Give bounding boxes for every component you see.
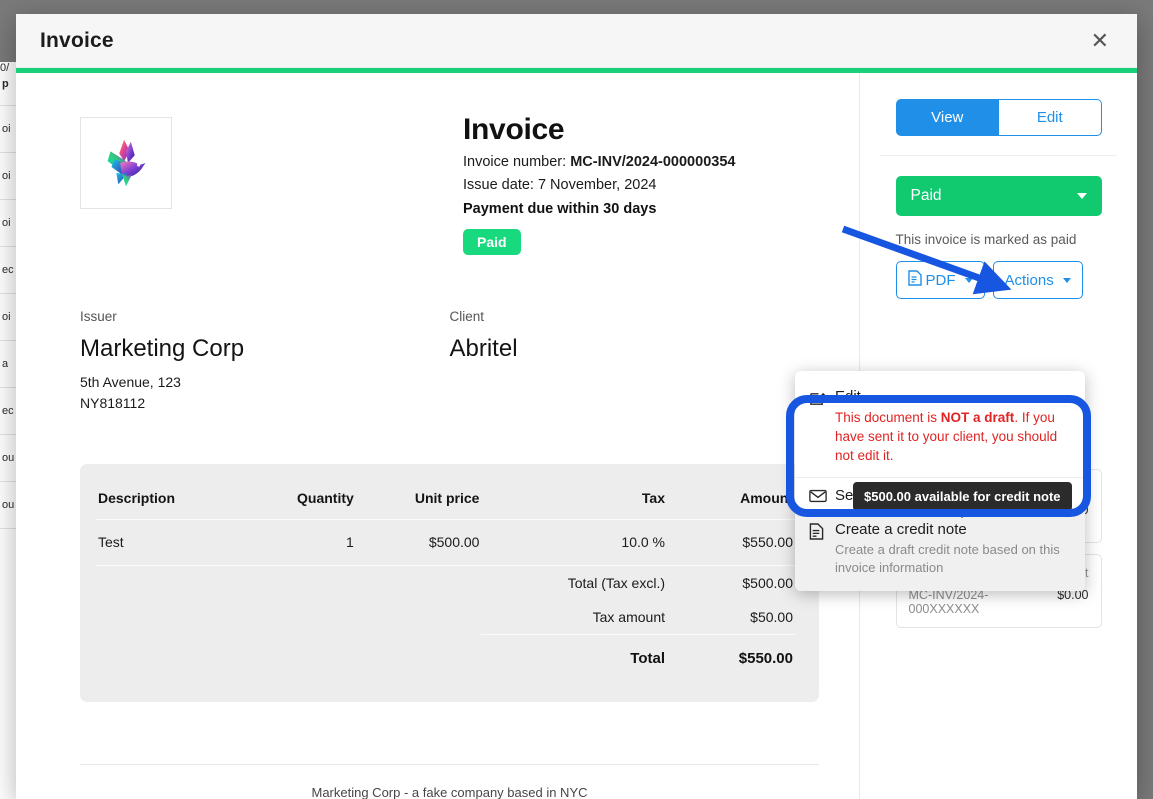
- envelope-icon: [809, 487, 835, 508]
- sidebar-action-buttons: PDF Actions: [895, 261, 1102, 299]
- issue-date-label: Issue date:: [463, 177, 538, 193]
- issuer-block: Issuer Marketing Corp 5th Avenue, 123 NY…: [80, 309, 450, 414]
- total-excl-value: $500.00: [742, 575, 793, 591]
- actions-button-label: Actions: [1004, 271, 1054, 289]
- menu-item-create-credit-note[interactable]: Create a credit note Create a draft cred…: [795, 512, 1085, 591]
- total-excl-label: Total (Tax excl.): [567, 575, 665, 591]
- chevron-down-icon: [964, 277, 973, 283]
- sidebar-divider: [880, 155, 1117, 156]
- invoice-heading-block: Invoice Invoice number: MC-INV/2024-0000…: [463, 113, 735, 255]
- client-label: Client: [449, 309, 485, 324]
- total-excl-row: Total (Tax excl.) $500.00: [96, 566, 795, 601]
- invoice-number-label: Invoice number:: [463, 154, 571, 170]
- column-header-description: Description: [98, 490, 176, 506]
- pdf-button-label: PDF: [925, 271, 956, 289]
- issuer-name: Marketing Corp: [80, 335, 245, 362]
- bird-logo-icon: [80, 117, 172, 209]
- menu-item-edit[interactable]: Edit This document is NOT a draft. If yo…: [795, 379, 1085, 469]
- status-dropdown-value: Paid: [910, 187, 942, 204]
- cell-description: Test: [98, 534, 124, 550]
- payment-terms: Payment due within 30 days: [463, 201, 657, 217]
- invoice-number-line: Invoice number: MC-INV/2024-000000354: [463, 154, 735, 170]
- client-name: Abritel: [449, 335, 518, 362]
- invoice-modal: Invoice ✕ Invoice Invoice number: MC-INV…: [16, 14, 1137, 799]
- issuer-address: 5th Avenue, 123 NY818112: [80, 372, 450, 414]
- status-dropdown[interactable]: Paid: [895, 176, 1102, 216]
- invoice-document: Invoice Invoice number: MC-INV/2024-0000…: [16, 73, 859, 799]
- column-header-unit-price: Unit price: [414, 490, 480, 506]
- warning-pre: This document is: [835, 410, 941, 425]
- status-note: This invoice is marked as paid: [895, 232, 1077, 247]
- document-footer: Marketing Corp - a fake company based in…: [80, 763, 819, 799]
- tax-amount-row: Tax amount $50.00: [96, 600, 795, 635]
- line-items-card: Description Quantity Unit price Tax Amou…: [80, 464, 819, 702]
- column-header-quantity: Quantity: [297, 490, 354, 506]
- table-header-row: Description Quantity Unit price Tax Amou…: [96, 486, 795, 520]
- tab-edit[interactable]: Edit: [999, 99, 1102, 136]
- warning-bold: NOT a draft: [940, 410, 1015, 425]
- chevron-down-icon: [1062, 277, 1071, 283]
- issuer-address-line-2: NY818112: [80, 395, 146, 411]
- cell-tax: 10.0 %: [621, 534, 665, 550]
- column-header-tax: Tax: [641, 490, 665, 506]
- cell-amount: $550.00: [742, 534, 793, 550]
- actions-button[interactable]: Actions: [992, 261, 1083, 299]
- grand-total-label: Total: [630, 649, 665, 667]
- invoice-number-value: MC-INV/2024-000000354: [570, 154, 736, 170]
- grand-total-row: Total $550.00: [96, 636, 795, 676]
- close-icon[interactable]: ✕: [1085, 26, 1115, 56]
- document-lines-icon: [809, 521, 835, 577]
- tax-amount-label: Tax amount: [592, 609, 665, 625]
- pdf-button[interactable]: PDF: [895, 261, 985, 299]
- edit-pencil-icon: [809, 388, 835, 465]
- issuer-address-line-1: 5th Avenue, 123: [80, 374, 181, 390]
- actions-dropdown-menu: Edit This document is NOT a draft. If yo…: [795, 371, 1085, 591]
- document-card-amount: $0.00: [1057, 588, 1089, 602]
- modal-body: Invoice Invoice number: MC-INV/2024-0000…: [16, 73, 1137, 799]
- status-badge: Paid: [463, 229, 521, 255]
- credit-note-tooltip: $500.00 available for credit note: [853, 482, 1072, 518]
- menu-item-credit-note-label: Create a credit note: [835, 521, 967, 538]
- pdf-document-icon: [907, 270, 922, 290]
- client-block: Client Abritel: [450, 309, 820, 414]
- cell-quantity: 1: [346, 534, 354, 550]
- menu-item-credit-note-description: Create a draft credit note based on this…: [835, 542, 1060, 575]
- column-header-amount: Amount: [740, 490, 793, 506]
- modal-header: Invoice ✕: [16, 14, 1137, 68]
- page-title: Invoice: [40, 28, 114, 52]
- cell-unit-price: $500.00: [428, 534, 480, 550]
- menu-item-edit-label: Edit: [835, 388, 861, 405]
- invoice-heading: Invoice: [463, 113, 565, 146]
- line-items-table: Description Quantity Unit price Tax Amou…: [96, 486, 795, 676]
- parties-section: Issuer Marketing Corp 5th Avenue, 123 NY…: [80, 309, 819, 414]
- chevron-down-icon: [1076, 193, 1087, 199]
- invoice-header-row: Invoice Invoice number: MC-INV/2024-0000…: [80, 113, 819, 255]
- tab-view[interactable]: View: [895, 99, 999, 136]
- grand-total-value: $550.00: [738, 649, 793, 667]
- view-edit-toggle: View Edit: [895, 99, 1102, 136]
- document-card-number: MC-INV/2024-000XXXXXX: [908, 588, 989, 616]
- menu-item-edit-warning: This document is NOT a draft. If you hav…: [835, 408, 1071, 465]
- issue-date-value: 7 November, 2024: [537, 177, 657, 193]
- tax-amount-value: $50.00: [750, 609, 793, 625]
- table-row: Test 1 $500.00 10.0 % $550.00: [96, 520, 795, 566]
- issuer-label: Issuer: [80, 309, 117, 324]
- issue-date-line: Issue date: 7 November, 2024: [463, 177, 735, 193]
